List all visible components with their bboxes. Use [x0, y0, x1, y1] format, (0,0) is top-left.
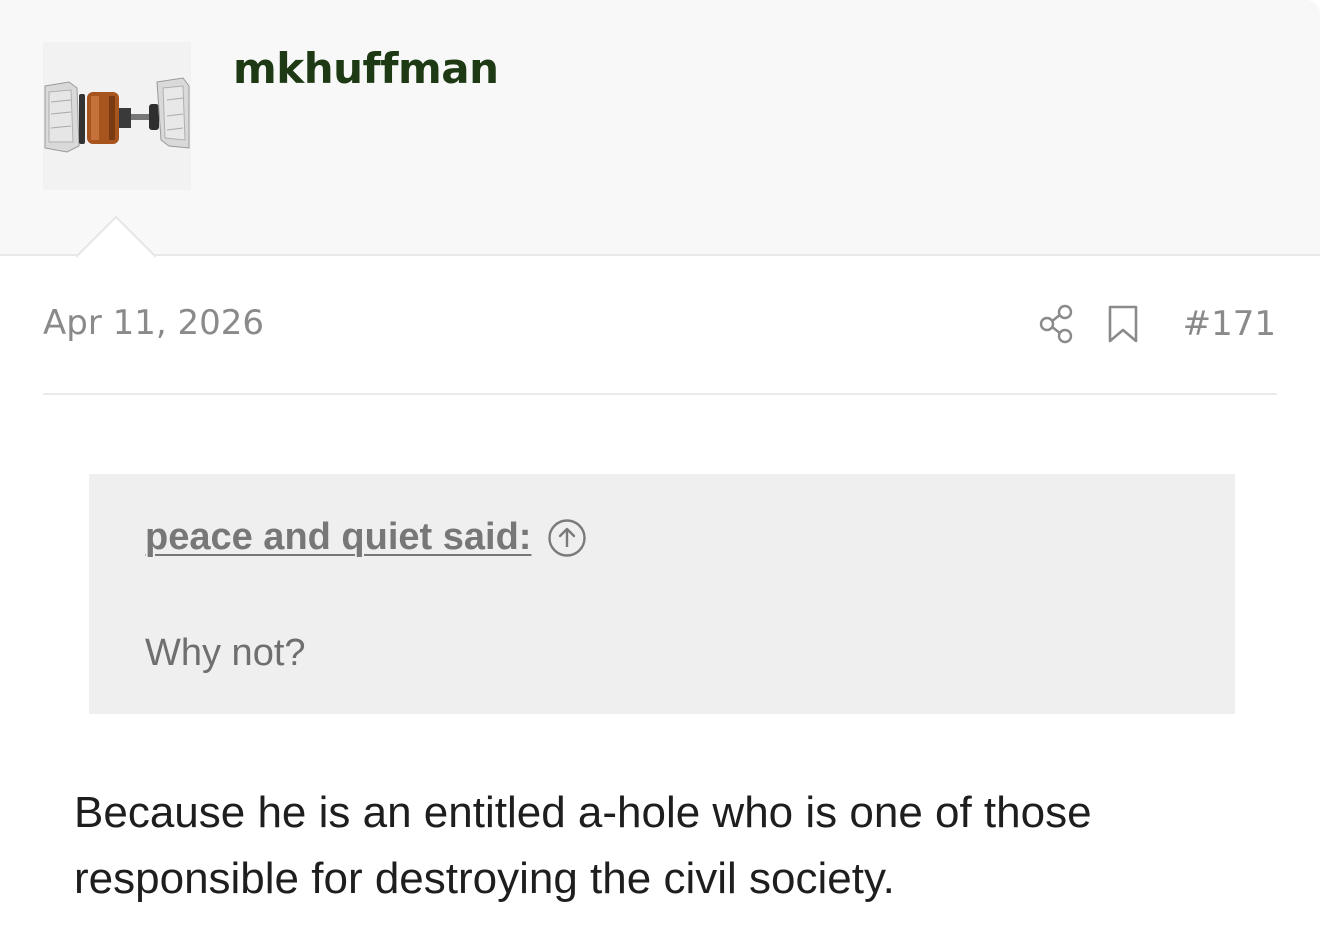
quote-author-link[interactable]: peace and quiet said:: [145, 516, 531, 559]
share-icon[interactable]: [1039, 304, 1075, 344]
avatar[interactable]: [43, 42, 191, 190]
meta-divider: [43, 393, 1277, 395]
quote-text: Why not?: [145, 632, 306, 674]
quote-block: peace and quiet said: Why not?: [89, 474, 1235, 714]
transmission-parts-image: [44, 77, 190, 153]
header-pointer-arrow: [76, 216, 156, 258]
arrow-up-circle-icon[interactable]: [547, 518, 587, 558]
post-actions: #171: [1039, 300, 1276, 348]
username-link[interactable]: mkhuffman: [233, 44, 499, 93]
bookmark-icon[interactable]: [1107, 304, 1139, 344]
post-number-link[interactable]: #171: [1183, 304, 1276, 344]
post-date[interactable]: Apr 11, 2026: [43, 303, 264, 343]
forum-post: mkhuffman Apr 11, 2026 #171 peace and qu…: [0, 0, 1320, 938]
post-body-text: Because he is an entitled a-hole who is …: [74, 788, 1092, 903]
post-user-header: mkhuffman: [0, 0, 1320, 256]
quote-attribution: peace and quiet said:: [145, 516, 587, 559]
